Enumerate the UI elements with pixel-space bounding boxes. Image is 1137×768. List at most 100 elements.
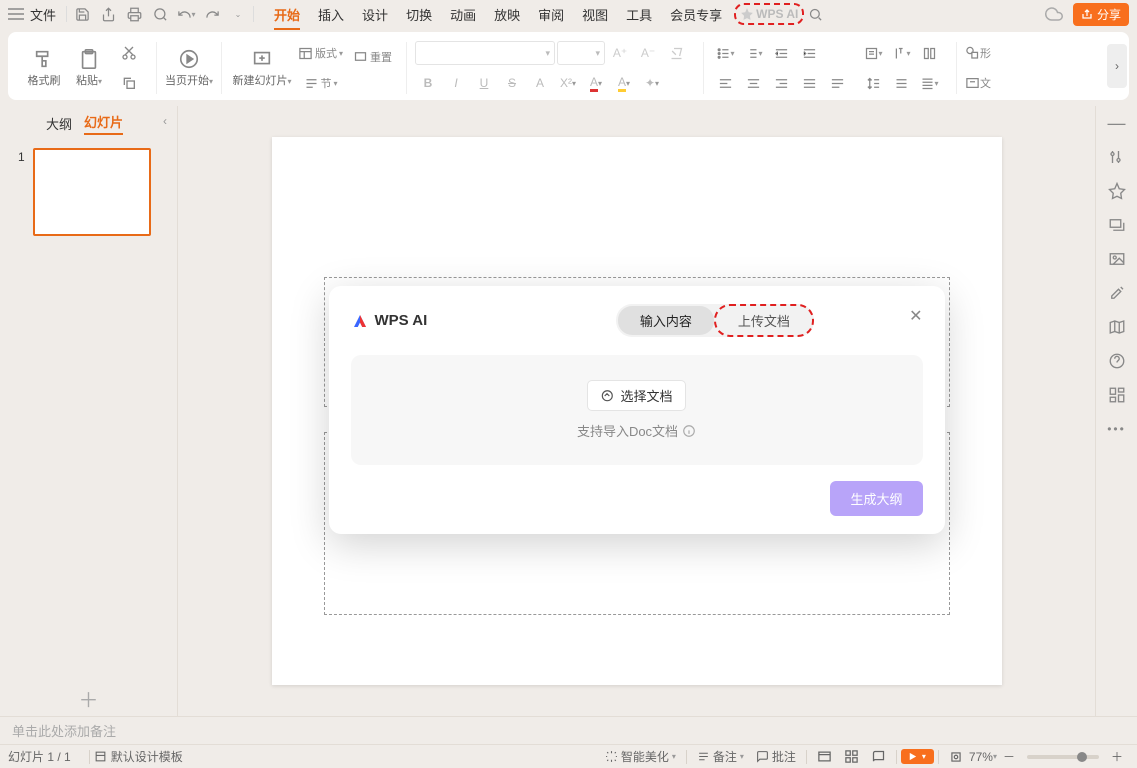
map-icon[interactable] bbox=[1106, 316, 1128, 338]
tab-tools[interactable]: 工具 bbox=[618, 1, 660, 28]
play-button[interactable]: ▾ bbox=[901, 749, 934, 764]
beautify-button[interactable]: 智能美化▾ bbox=[599, 746, 682, 767]
preview-icon[interactable] bbox=[147, 1, 173, 27]
slide-thumbnail[interactable]: 1 bbox=[18, 148, 159, 236]
tab-show[interactable]: 放映 bbox=[486, 1, 528, 28]
notes-panel[interactable]: 单击此处添加备注 bbox=[0, 716, 1137, 744]
new-slide-button[interactable]: 新建幻灯片▾ bbox=[230, 48, 294, 88]
generate-outline-button[interactable]: 生成大纲 bbox=[830, 481, 922, 516]
star-icon[interactable] bbox=[1106, 180, 1128, 202]
section-button[interactable]: 节▾ bbox=[298, 70, 343, 96]
align-justify-icon[interactable] bbox=[796, 70, 822, 96]
textbox-icon[interactable]: 文 bbox=[965, 70, 991, 96]
view-normal-icon[interactable] bbox=[811, 747, 838, 766]
copy-icon[interactable] bbox=[116, 70, 142, 96]
shapes-icon[interactable]: 形 bbox=[965, 40, 991, 66]
decrease-font-icon[interactable]: A⁻ bbox=[635, 40, 661, 66]
design-template[interactable]: 默认设计模板 bbox=[94, 748, 183, 765]
font-family-select[interactable]: ▾ bbox=[415, 41, 555, 65]
print-icon[interactable] bbox=[121, 1, 147, 27]
thumbnail-preview[interactable] bbox=[33, 148, 151, 236]
more-icon[interactable]: ••• bbox=[1106, 418, 1128, 440]
add-slide-button[interactable]: ＋ bbox=[0, 680, 177, 716]
numbering-icon[interactable]: ▾ bbox=[740, 40, 766, 66]
spacing2-icon[interactable] bbox=[888, 70, 914, 96]
fit-icon[interactable] bbox=[943, 748, 969, 766]
ribbon-expand-icon[interactable]: › bbox=[1107, 44, 1127, 88]
tab-start[interactable]: 开始 bbox=[266, 1, 308, 28]
line-spacing-icon[interactable] bbox=[860, 70, 886, 96]
close-icon[interactable]: ✕ bbox=[909, 306, 922, 326]
paste-button[interactable]: 粘贴▾ bbox=[72, 48, 106, 88]
more-quick-icon[interactable]: ⌄ bbox=[225, 1, 251, 27]
mode-upload-doc[interactable]: 上传文档 bbox=[716, 306, 812, 335]
align-center-icon[interactable] bbox=[740, 70, 766, 96]
spacing3-icon[interactable]: ▾ bbox=[916, 70, 942, 96]
reset-button[interactable]: 重置 bbox=[353, 44, 392, 70]
columns-icon[interactable] bbox=[916, 40, 942, 66]
tab-member[interactable]: 会员专享 bbox=[662, 1, 730, 28]
image-icon[interactable] bbox=[1106, 248, 1128, 270]
text-direction-icon[interactable]: ▾ bbox=[888, 40, 914, 66]
indent-dec-icon[interactable] bbox=[768, 40, 794, 66]
view-sorter-icon[interactable] bbox=[838, 747, 865, 766]
help-icon[interactable] bbox=[1106, 350, 1128, 372]
cut-icon[interactable] bbox=[116, 40, 142, 66]
undo-icon[interactable]: ▾ bbox=[173, 1, 199, 27]
template-icon[interactable] bbox=[1106, 214, 1128, 236]
underline-icon[interactable]: U bbox=[471, 70, 497, 96]
redo-icon[interactable] bbox=[199, 1, 225, 27]
zoom-out-icon[interactable]: － bbox=[997, 746, 1021, 767]
superscript-icon[interactable]: X²▾ bbox=[555, 70, 581, 96]
zoom-in-icon[interactable]: ＋ bbox=[1105, 746, 1129, 767]
upload-dropzone[interactable]: 选择文档 支持导入Doc文档 bbox=[351, 355, 923, 465]
tab-transition[interactable]: 切换 bbox=[398, 1, 440, 28]
indent-inc-icon[interactable] bbox=[796, 40, 822, 66]
tab-review[interactable]: 审阅 bbox=[530, 1, 572, 28]
align-left-icon[interactable] bbox=[712, 70, 738, 96]
strike-icon[interactable]: S bbox=[499, 70, 525, 96]
notes-button[interactable]: 备注▾ bbox=[691, 746, 750, 767]
tab-view[interactable]: 视图 bbox=[574, 1, 616, 28]
from-current-button[interactable]: 当页开始▾ bbox=[165, 48, 213, 88]
slide-editor[interactable]: WPS AI 输入内容 上传文档 ✕ 选择文档 支持导入Doc文档 bbox=[178, 106, 1095, 716]
cloud-icon[interactable] bbox=[1045, 5, 1063, 23]
layout-icon[interactable] bbox=[1106, 384, 1128, 406]
share-button[interactable]: 分享 bbox=[1073, 3, 1129, 26]
tools-icon[interactable] bbox=[1106, 282, 1128, 304]
mode-input-content[interactable]: 输入内容 bbox=[618, 306, 714, 335]
collapse-panel-icon[interactable]: ‹ bbox=[163, 114, 167, 128]
bullets-icon[interactable]: ▾ bbox=[712, 40, 738, 66]
tab-animation[interactable]: 动画 bbox=[442, 1, 484, 28]
distribute-icon[interactable] bbox=[824, 70, 850, 96]
layout-button[interactable]: 版式▾ bbox=[298, 40, 343, 66]
comments-button[interactable]: 批注 bbox=[750, 746, 802, 767]
zoom-slider[interactable] bbox=[1027, 755, 1099, 759]
clear-format-icon[interactable] bbox=[663, 40, 689, 66]
tab-design[interactable]: 设计 bbox=[354, 1, 396, 28]
font-size-select[interactable]: ▾ bbox=[557, 41, 605, 65]
increase-font-icon[interactable]: A⁺ bbox=[607, 40, 633, 66]
save-icon[interactable] bbox=[69, 1, 95, 27]
tab-insert[interactable]: 插入 bbox=[310, 1, 352, 28]
wps-ai-link[interactable]: WPS AI bbox=[736, 5, 802, 23]
view-reading-icon[interactable] bbox=[865, 747, 892, 766]
align-right-icon[interactable] bbox=[768, 70, 794, 96]
search-icon[interactable] bbox=[802, 1, 828, 27]
hamburger-icon[interactable] bbox=[8, 8, 24, 20]
adjust-icon[interactable] bbox=[1106, 146, 1128, 168]
info-icon[interactable] bbox=[682, 424, 696, 438]
highlight-icon[interactable]: A▾ bbox=[611, 70, 637, 96]
italic-icon[interactable]: I bbox=[443, 70, 469, 96]
choose-doc-button[interactable]: 选择文档 bbox=[587, 380, 685, 411]
collapse-right-icon[interactable]: — bbox=[1106, 112, 1128, 134]
export-icon[interactable] bbox=[95, 1, 121, 27]
bold-icon[interactable]: B bbox=[415, 70, 441, 96]
tab-outline[interactable]: 大纲 bbox=[40, 110, 78, 137]
shadow-icon[interactable]: A bbox=[527, 70, 553, 96]
format-painter-button[interactable]: 格式刷 bbox=[20, 48, 68, 88]
font-color-icon[interactable]: A▾ bbox=[583, 70, 609, 96]
zoom-percent[interactable]: 77% bbox=[969, 750, 993, 764]
tab-slides[interactable]: 幻灯片 bbox=[78, 108, 129, 139]
effect-icon[interactable]: ✦▾ bbox=[639, 70, 665, 96]
